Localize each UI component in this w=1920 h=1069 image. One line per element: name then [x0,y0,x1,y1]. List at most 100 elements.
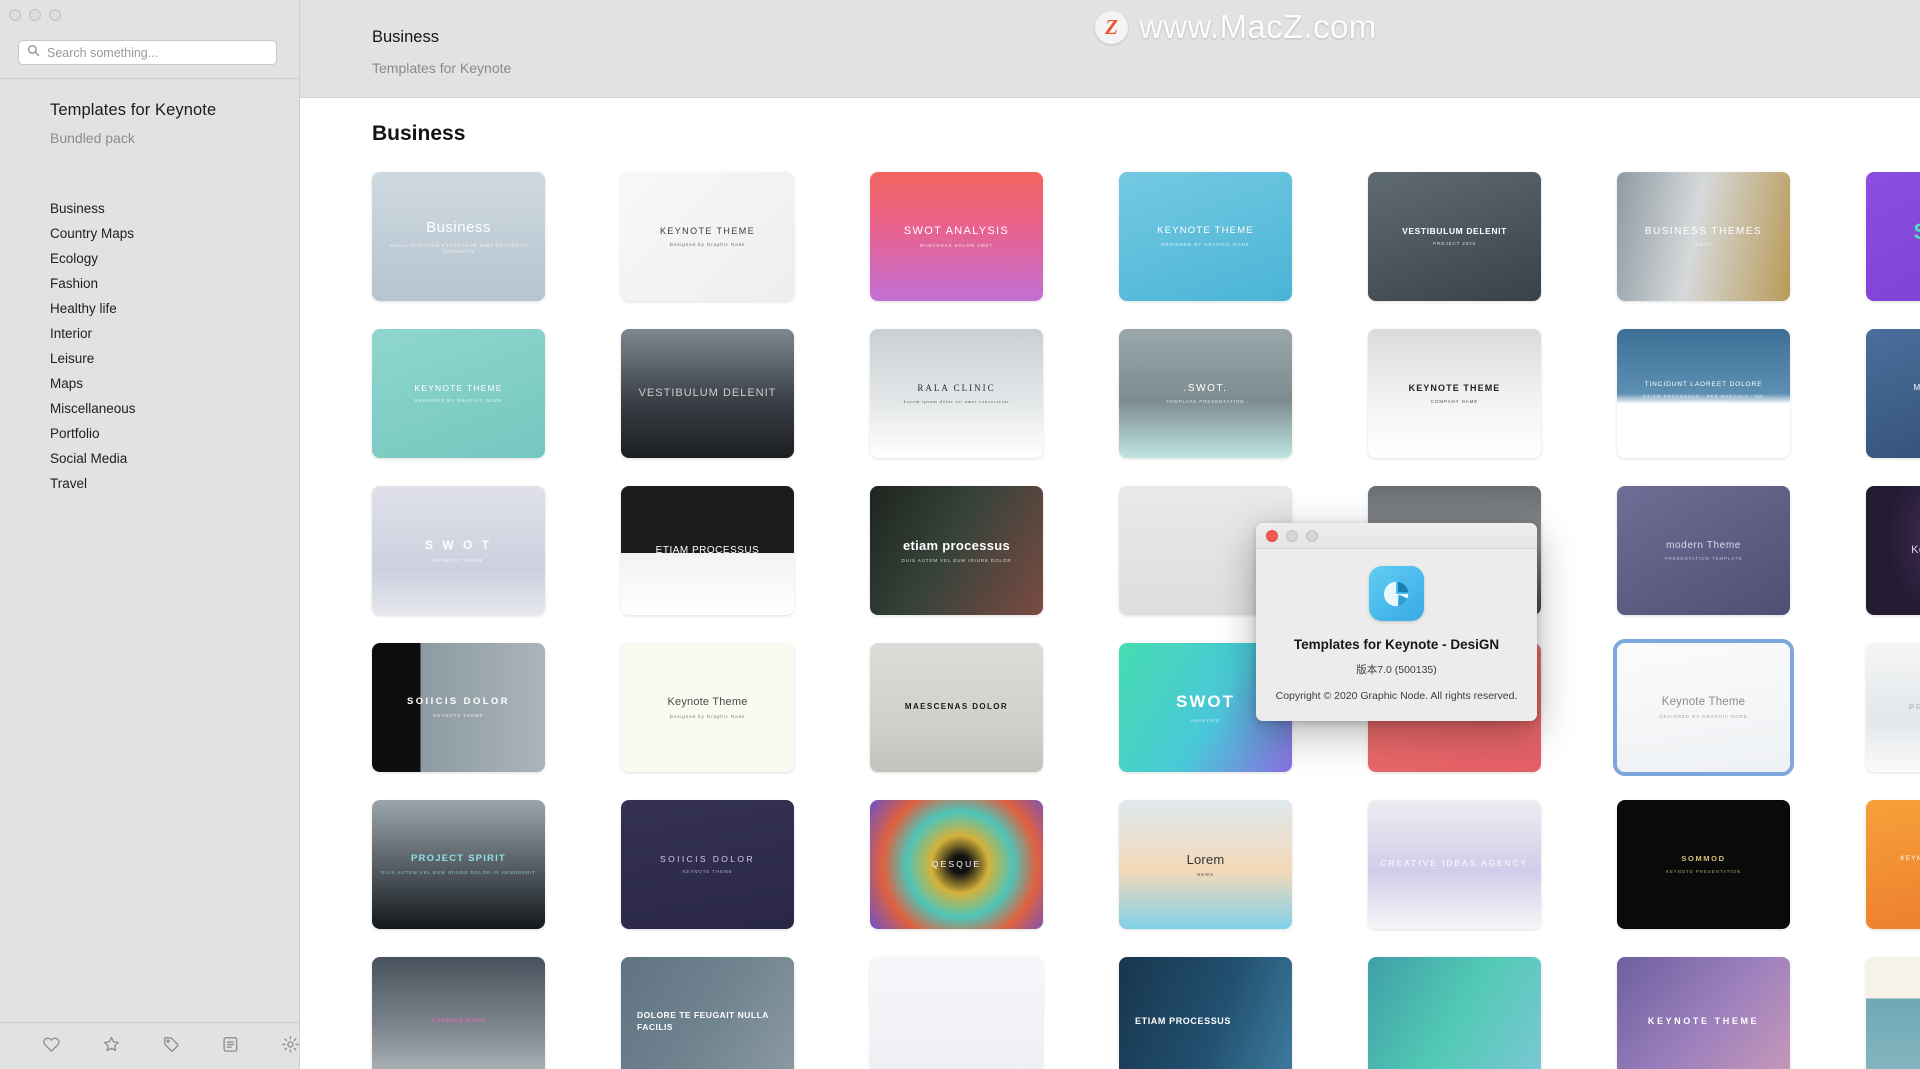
close-window-button[interactable] [9,9,21,21]
template-card[interactable]: .SWOT. TEMPLATE PRESENTATION [1119,329,1292,458]
template-sublabel: 2020 BRANDS [1900,868,1920,874]
search-box[interactable] [18,40,277,65]
template-card[interactable]: Molestie Consequat28 [1866,329,1920,458]
template-sublabel: SWOT [1694,242,1713,248]
watermark-badge-icon: Z [1095,10,1128,44]
template-label: SOIICIS DOLOR KEYNOTE THEME [407,696,510,718]
template-card[interactable]: TINCIDUNT LAOREET DOLORE ETIAM PROCESSUS … [1617,329,1790,458]
template-label: SOIICIS DOLOR KEYNOTE THEME [660,853,755,875]
sidebar-item-travel[interactable]: Travel [50,471,299,496]
sidebar-item-interior[interactable]: Interior [50,321,299,346]
template-card[interactable]: VESTIBULUM DELENIT PROJECT 2020 [1368,172,1541,301]
template-card[interactable]: KEYNOTE THEME COMPANY NAME [1368,329,1541,458]
template-card[interactable]: KEYNOTE THEME [1617,957,1790,1069]
template-card[interactable]: QESQUE [870,800,1043,929]
window-traffic-lights[interactable] [0,0,299,28]
sidebar-item-social-media[interactable]: Social Media [50,446,299,471]
template-card[interactable]: SWOTANALYSIS [1866,172,1920,301]
about-maximize-button[interactable] [1306,529,1318,542]
template-label: Keynote Theme DESIGNED BY GRAPHIC NODE [1659,695,1748,720]
template-card[interactable]: ETIAM PROCESSUS [1119,957,1292,1069]
template-card[interactable]: BUSINESS THEMES SWOT [1617,172,1790,301]
template-card[interactable]: S W O T KEYNOTE THEME [372,486,545,615]
heart-icon[interactable] [42,1035,61,1057]
template-card[interactable]: SOMMOD KEYNOTE PRESENTATION [1617,800,1790,929]
template-card[interactable]: PROJECT SPIRIT DUIS AUTEM VEL EUM IRIURE … [372,800,545,929]
about-copyright: Copyright © 2020 Graphic Node. All right… [1275,690,1518,702]
app-window: Templates for Keynote Bundled pack Busin… [0,0,1920,1069]
sidebar-item-leisure[interactable]: Leisure [50,346,299,371]
category-list: Business Country Maps Ecology Fashion Health… [0,196,299,496]
template-card[interactable]: VESTIBULUM DELENIT [621,329,794,458]
template-card[interactable] [870,957,1043,1069]
template-sublabel: DUIS AUTEM VEL EUM IRIURE DOLOR [901,558,1012,564]
template-card[interactable]: RALA CLINIC Lorem ipsum dolor sit amet co… [870,329,1043,458]
template-thumbnail: TINCIDUNT LAOREET DOLORE ETIAM PROCESSUS … [1617,329,1790,458]
about-close-button[interactable] [1266,529,1278,542]
template-sublabel: MAECENAS DOLOR AMET [919,242,994,248]
template-card[interactable]: Lorem NEWS [1119,800,1292,929]
sidebar-item-portfolio[interactable]: Portfolio [50,421,299,446]
template-card[interactable]: Keynote Theme DESIGNED BY GRAPHIC NODE [1617,643,1790,772]
template-label: PROJECT SPIRIT DUIS AUTEM VEL EUM IRIURE … [381,853,536,875]
sidebar-item-country-maps[interactable]: Country Maps [50,221,299,246]
template-card[interactable]: SOIICIS DOLOR KEYNOTE THEME [372,643,545,772]
about-app-name: Templates for Keynote - DesiGN [1293,637,1500,652]
template-label: QUESQUEADIPISCING [1915,1010,1920,1033]
template-card[interactable]: KEYNOTE THEME DESIGNED BY GRAPHIC NODE [372,329,545,458]
breadcrumb: Business Templates for Keynote [372,28,511,76]
template-thumbnail [1368,957,1541,1069]
template-sublabel: PRESENTATION TEMPLATE [1664,556,1743,562]
template-card[interactable]: Company Name [372,957,545,1069]
sidebar-item-maps[interactable]: Maps [50,371,299,396]
page-title: Business [372,122,466,145]
template-card[interactable]: QUESQUEADIPISCING [1866,957,1920,1069]
sidebar-item-miscellaneous[interactable]: Miscellaneous [50,396,299,421]
template-card[interactable] [1368,957,1541,1069]
search-input[interactable] [47,45,268,60]
template-card[interactable]: ETIAM PROCESSUS [621,486,794,615]
gear-icon[interactable] [281,1035,300,1057]
template-thumbnail: RALA CLINIC Lorem ipsum dolor sit amet co… [870,329,1043,458]
template-thumbnail: Keynote Theme [1866,486,1920,615]
template-card[interactable]: KEYNOTE THEME DESIGNED BY GRAPHIC NODE [1119,172,1292,301]
sidebar-item-ecology[interactable]: Ecology [50,246,299,271]
template-card[interactable]: PROJECT ALPHA [1866,643,1920,772]
sidebar-item-healthy-life[interactable]: Healthy life [50,296,299,321]
minimize-window-button[interactable] [29,9,41,21]
template-card[interactable]: Keynote Theme Designed by Graphic Node [621,643,794,772]
main-area: Business Templates for Keynote Z www.Mac… [300,0,1920,1069]
template-card[interactable]: SWOT ANALYSIS MAECENAS DOLOR AMET [870,172,1043,301]
template-thumbnail: etiam processus DUIS AUTEM VEL EUM IRIURE… [870,486,1043,615]
template-card[interactable]: Keynote Theme [1866,486,1920,615]
sidebar-item-fashion[interactable]: Fashion [50,271,299,296]
template-label: KEYNOTE THEME [1647,1016,1760,1027]
star-icon[interactable] [102,1035,121,1057]
template-card[interactable]: DOLORE TE FEUGAIT NULLA FACILIS [621,957,794,1069]
template-thumbnail: S W O T KEYNOTE THEME [372,486,545,615]
about-dialog-body: Templates for Keynote - DesiGN 版本7.0 (50… [1256,549,1537,721]
maximize-window-button[interactable] [49,9,61,21]
template-card[interactable]: CREATIVE IDEAS AGENCY [1368,800,1541,929]
template-thumbnail: BUSINESS THEMES SWOT [1617,172,1790,301]
sidebar-item-business[interactable]: Business [50,196,299,221]
template-card[interactable]: modern Theme PRESENTATION TEMPLATE [1617,486,1790,615]
template-card[interactable]: MAESCENAS DOLOR [870,643,1043,772]
template-card[interactable]: KEYNOTE PRESENTATION2020 BRANDS [1866,800,1920,929]
template-card[interactable]: etiam processus DUIS AUTEM VEL EUM IRIURE… [870,486,1043,615]
template-card[interactable]: Business NULLA PARIATUR EXCEPTEUR SINT OC… [372,172,545,301]
template-label: Keynote Theme Designed by Graphic Node [667,696,748,719]
about-minimize-button[interactable] [1286,529,1298,542]
pie-chart-app-icon [1369,566,1424,621]
about-dialog-titlebar[interactable] [1256,523,1537,549]
list-icon[interactable] [221,1035,240,1057]
template-thumbnail: SOIICIS DOLOR KEYNOTE THEME [621,800,794,929]
tag-icon[interactable] [162,1035,181,1057]
about-dialog[interactable]: Templates for Keynote - DesiGN 版本7.0 (50… [1256,523,1537,721]
template-card[interactable]: KEYNOTE THEME Designed by Graphic Node [621,172,794,301]
watermark: Z www.MacZ.com [1095,8,1377,46]
template-card[interactable]: SOIICIS DOLOR KEYNOTE THEME [621,800,794,929]
template-label: PROJECT ALPHA [1908,701,1920,712]
template-thumbnail: QESQUE [870,800,1043,929]
template-label: KEYNOTE PRESENTATION2020 BRANDS [1894,855,1920,874]
